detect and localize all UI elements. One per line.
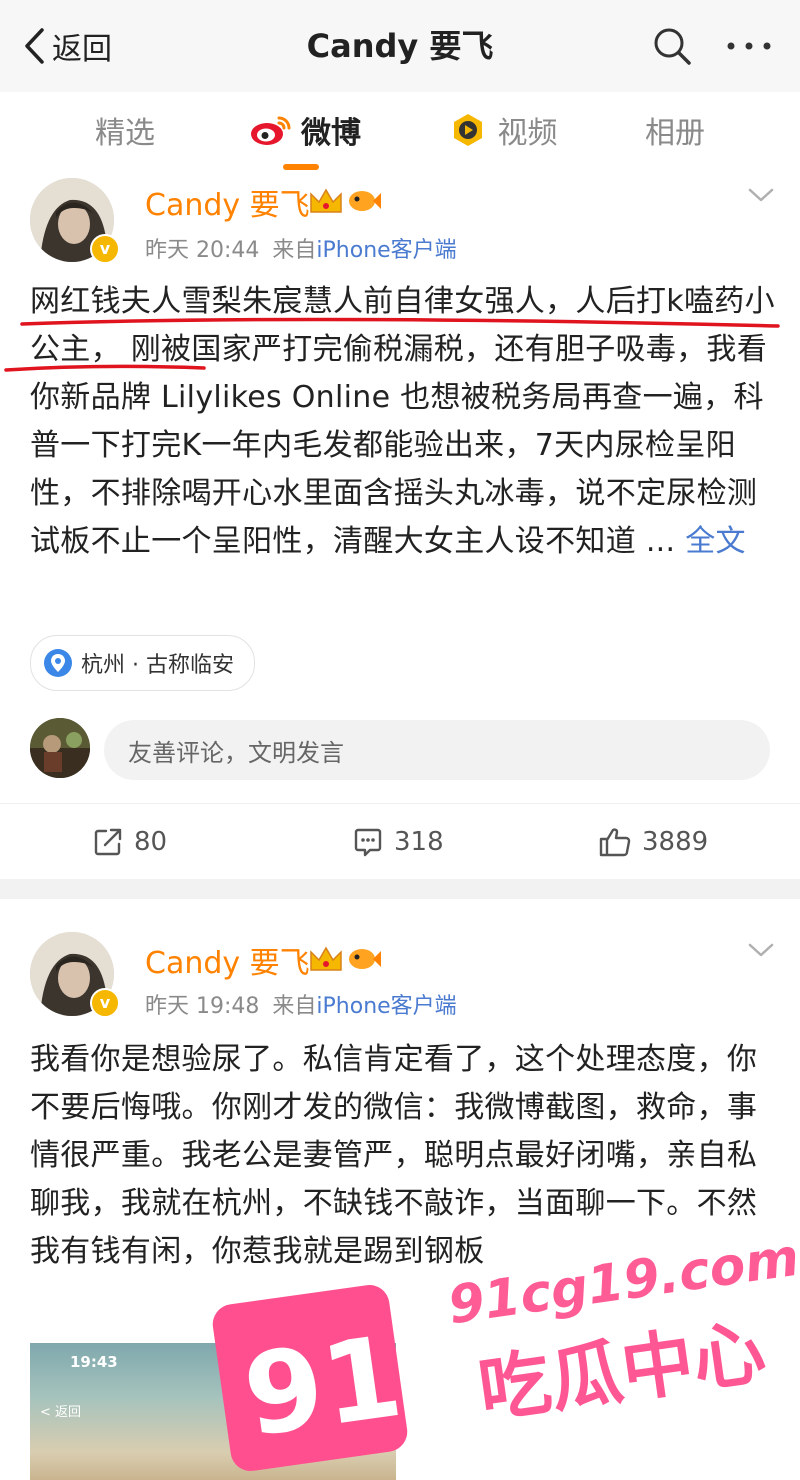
screenshot-network: 4G xyxy=(344,1353,363,1368)
post-actions: 80 318 3889 xyxy=(0,803,800,880)
author-name[interactable]: Candy 要飞 xyxy=(145,180,310,224)
tab-featured[interactable]: 精选 xyxy=(80,92,170,168)
tab-weibo-label: 微博 xyxy=(301,116,361,151)
post-source[interactable]: iPhone客户端 xyxy=(316,994,456,1019)
full-text-link[interactable]: 全文 xyxy=(685,524,746,559)
search-button[interactable] xyxy=(648,22,696,70)
video-icon xyxy=(453,114,482,146)
post-text: 我看你是想验尿了。私信肯定看了，这个处理态度，你不要后悔哦。你刚才发的微信：我微… xyxy=(30,1036,775,1276)
tab-featured-label: 精选 xyxy=(95,116,155,151)
search-icon xyxy=(654,28,691,65)
location-tag[interactable]: 杭州 · 古称临安 xyxy=(30,635,255,691)
tab-videos-label: 视频 xyxy=(497,116,558,151)
more-button[interactable] xyxy=(722,22,776,70)
comment-placeholder: 友善评论，文明发言 xyxy=(128,738,344,767)
profile-tabs: 精选 微博 视频 相册 xyxy=(0,92,800,168)
tab-weibo[interactable]: 微博 xyxy=(240,92,370,168)
red-underline-annotation xyxy=(4,317,780,372)
location-pin-icon xyxy=(44,649,72,677)
fish-badge-icon xyxy=(349,949,381,969)
post-text-content: 我看你是想验尿了。私信肯定看了，这个处理态度，你不要后悔哦。你刚才发的微信：我微… xyxy=(30,1042,758,1269)
chevron-down-icon[interactable] xyxy=(746,940,776,960)
chevron-down-icon[interactable] xyxy=(746,185,776,205)
post-meta: 昨天 19:48 来自iPhone客户端 xyxy=(145,988,457,1020)
repost-icon xyxy=(94,828,122,856)
comment-count: 318 xyxy=(394,827,444,857)
tab-albums[interactable]: 相册 xyxy=(630,92,720,168)
verified-badge: v xyxy=(90,234,120,264)
source-prefix: 来自 xyxy=(272,238,317,263)
repost-count: 80 xyxy=(134,827,168,857)
screenshot-back-label: < 返回 xyxy=(40,1405,82,1420)
fish-badge-icon xyxy=(349,191,381,211)
author-name[interactable]: Candy 要飞 xyxy=(145,938,310,982)
commenter-avatar-image xyxy=(30,718,90,778)
crown-icon xyxy=(310,188,342,213)
verified-badge: v xyxy=(90,988,120,1018)
crown-icon xyxy=(310,946,342,971)
comment-icon xyxy=(354,828,382,857)
commenter-avatar xyxy=(30,718,90,778)
comment-button[interactable]: 318 xyxy=(352,804,444,880)
attached-screenshot-image[interactable]: 19:43 4G < 返回 xyxy=(30,1343,396,1480)
source-prefix: 来自 xyxy=(272,994,317,1019)
navigation-bar: 返回 Candy 要飞 xyxy=(0,0,800,93)
post-time: 昨天 20:44 xyxy=(145,238,260,263)
more-dots-icon xyxy=(727,42,771,50)
thumbs-up-icon xyxy=(599,828,631,857)
post-meta: 昨天 20:44 来自iPhone客户端 xyxy=(145,232,457,264)
tab-albums-label: 相册 xyxy=(645,116,705,151)
post-time: 昨天 19:48 xyxy=(145,994,260,1019)
comment-input[interactable]: 友善评论，文明发言 xyxy=(104,720,770,780)
like-button[interactable]: 3889 xyxy=(598,804,708,880)
tab-videos[interactable]: 视频 xyxy=(446,92,561,168)
screenshot-back-text: 返回 xyxy=(55,1405,82,1420)
location-label: 杭州 · 古称临安 xyxy=(81,653,234,678)
post-separator xyxy=(0,879,800,899)
weibo-logo-icon xyxy=(251,116,291,145)
post-source[interactable]: iPhone客户端 xyxy=(316,238,456,263)
like-count: 3889 xyxy=(642,827,709,857)
screenshot-time: 19:43 xyxy=(70,1353,118,1371)
repost-button[interactable]: 80 xyxy=(92,804,167,880)
